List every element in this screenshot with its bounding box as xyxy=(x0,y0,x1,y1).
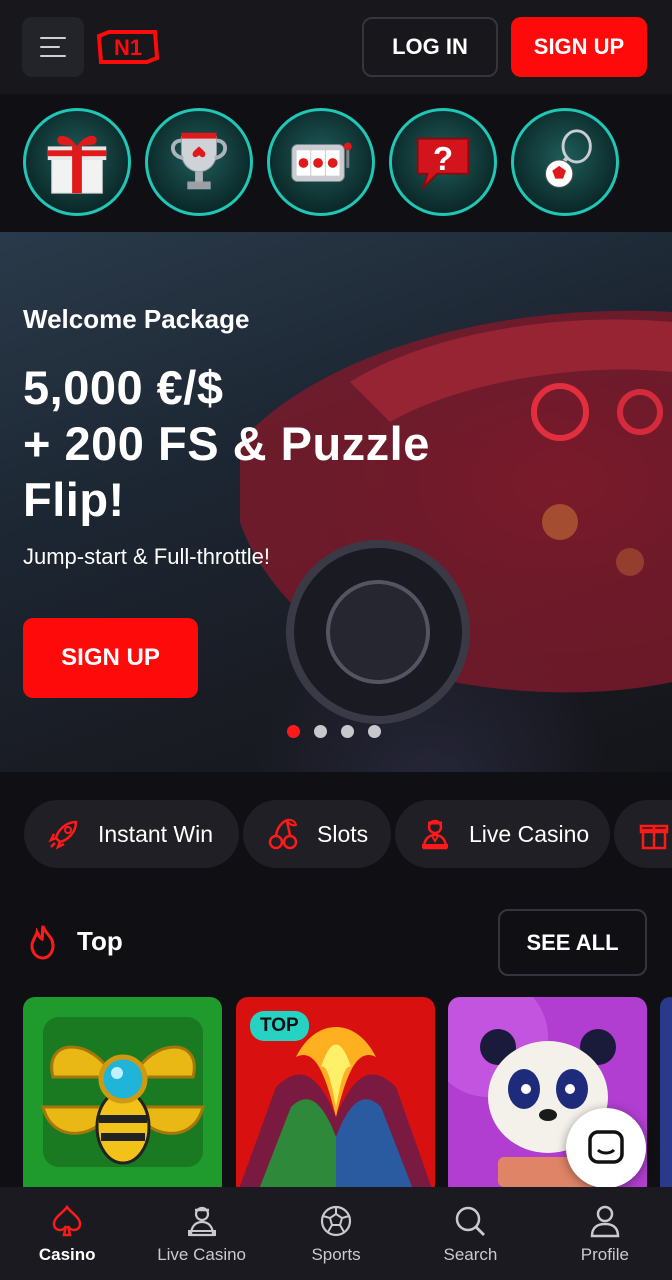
rocket-icon xyxy=(48,820,78,850)
game-image-partial xyxy=(660,997,672,1197)
story-slots[interactable] xyxy=(267,108,375,216)
game-tile[interactable] xyxy=(660,997,672,1197)
nav-search[interactable]: Search xyxy=(403,1187,537,1280)
banner-signup-button[interactable]: SIGN UP xyxy=(23,618,198,698)
nav-label: Profile xyxy=(580,1245,629,1264)
carousel-dot[interactable] xyxy=(368,725,381,738)
dealer-icon xyxy=(422,819,448,850)
login-button[interactable]: LOG IN xyxy=(362,17,498,77)
nav-label: Search xyxy=(443,1245,498,1264)
gift-box-icon xyxy=(639,824,669,850)
banner-description: Jump-start & Full-throttle! xyxy=(23,544,270,569)
see-all-button[interactable]: SEE ALL xyxy=(498,909,647,976)
spade-icon xyxy=(52,1204,82,1237)
top-badge: TOP xyxy=(250,1011,309,1041)
bee-game-image xyxy=(23,997,222,1197)
brand-logo[interactable]: N1 xyxy=(97,30,159,64)
hamburger-icon-line xyxy=(40,46,60,48)
nav-live-casino[interactable]: Live Casino xyxy=(134,1187,268,1280)
chip-label: Slots xyxy=(317,820,369,847)
story-gift[interactable] xyxy=(23,108,131,216)
question-bubble-icon: ? xyxy=(416,137,470,191)
bottom-navigation: Casino Live Casino Sports Search Profile xyxy=(0,1187,672,1280)
chip-slots[interactable]: Slots xyxy=(243,800,391,868)
banner-title-line: + 200 FS & Puzzle xyxy=(23,417,430,470)
svg-text:?: ? xyxy=(433,141,453,178)
nav-label: Live Casino xyxy=(157,1245,247,1264)
carousel-dot[interactable] xyxy=(314,725,327,738)
nav-sports[interactable]: Sports xyxy=(269,1187,403,1280)
tennis-football-icon xyxy=(545,129,592,188)
story-trophy[interactable] xyxy=(145,108,253,216)
support-chat-button[interactable] xyxy=(566,1108,646,1188)
nav-label: Sports xyxy=(311,1245,361,1264)
gift-icon xyxy=(47,135,107,194)
signup-button[interactable]: SIGN UP xyxy=(511,17,647,77)
story-faq[interactable]: ? xyxy=(389,108,497,216)
banner-title: 5,000 €/$ + 200 FS & Puzzle Flip! xyxy=(23,360,583,528)
page: N1 LOG IN SIGN UP ? Welcome Package 5,00… xyxy=(0,0,672,1280)
logo-text: N1 xyxy=(114,35,142,60)
chip-label: Live Casino xyxy=(469,820,590,847)
carousel-dots xyxy=(287,725,381,738)
fire-icon xyxy=(30,925,55,960)
story-sports[interactable] xyxy=(511,108,619,216)
trophy-icon xyxy=(170,132,228,190)
dealer-icon xyxy=(187,1206,216,1237)
carousel-dot[interactable] xyxy=(341,725,354,738)
banner-title-line: 5,000 €/$ xyxy=(23,361,224,414)
chat-icon xyxy=(588,1130,624,1164)
soccer-ball-icon xyxy=(320,1205,352,1237)
section-title: Top xyxy=(77,926,123,956)
chip-instant-win[interactable]: Instant Win xyxy=(24,800,239,868)
banner-subtitle: Welcome Package xyxy=(23,304,250,334)
carousel-dot[interactable] xyxy=(287,725,300,738)
hamburger-icon-line xyxy=(40,37,66,39)
menu-button[interactable] xyxy=(22,17,84,77)
chip-live-casino[interactable]: Live Casino xyxy=(395,800,610,868)
slot-machine-icon xyxy=(291,142,352,182)
top-header: N1 LOG IN SIGN UP xyxy=(0,0,672,94)
banner-title-line: Flip! xyxy=(23,473,125,526)
promo-stories: ? xyxy=(0,94,672,232)
chip-more[interactable] xyxy=(614,800,672,868)
user-icon xyxy=(590,1205,620,1238)
nav-label: Casino xyxy=(38,1245,96,1264)
chip-label: Instant Win xyxy=(98,820,214,847)
category-chips: Instant Win Slots Live Casino xyxy=(0,800,672,868)
welcome-banner[interactable]: Welcome Package 5,000 €/$ + 200 FS & Puz… xyxy=(0,232,672,772)
nav-profile[interactable]: Profile xyxy=(538,1187,672,1280)
hamburger-icon-line xyxy=(40,55,66,57)
game-tile[interactable] xyxy=(23,997,222,1197)
search-icon xyxy=(456,1206,486,1236)
cherries-icon xyxy=(268,818,298,850)
nav-casino[interactable]: Casino xyxy=(0,1187,134,1280)
game-tile[interactable]: TOP xyxy=(236,997,435,1197)
